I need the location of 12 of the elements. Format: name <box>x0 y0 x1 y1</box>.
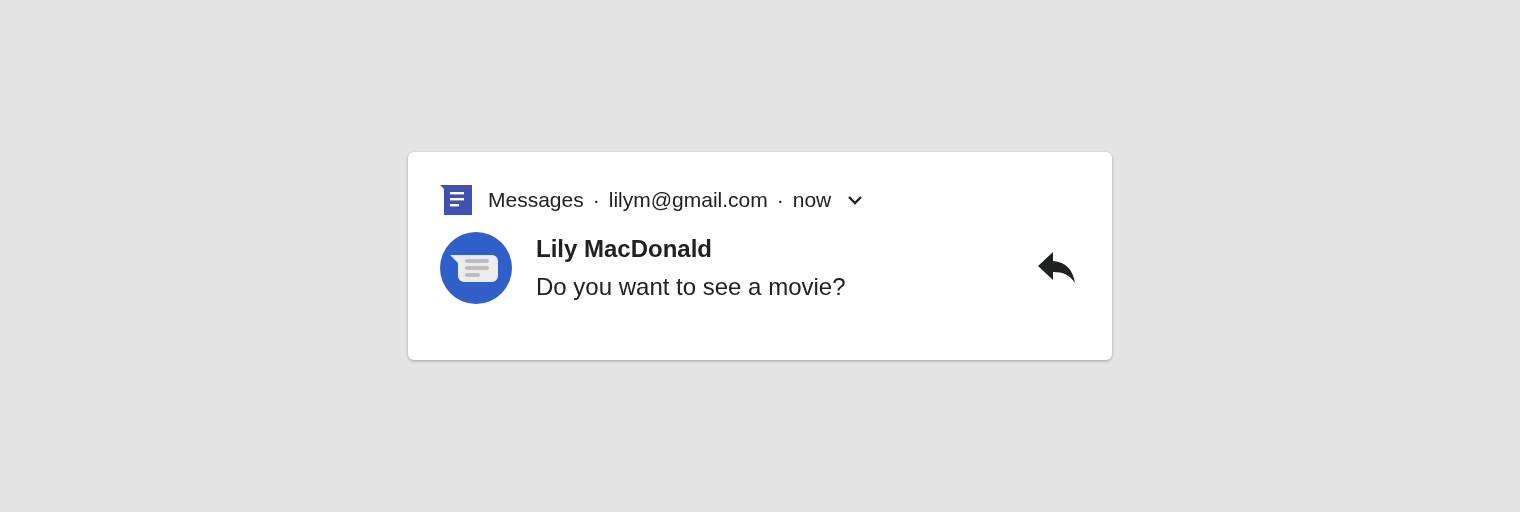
message-app-icon <box>440 185 472 215</box>
reply-icon <box>1038 252 1076 284</box>
separator-dot: · <box>776 187 784 214</box>
reply-button[interactable] <box>1038 252 1076 284</box>
app-name: Messages <box>488 187 584 214</box>
sender-name: Lily MacDonald <box>536 234 714 264</box>
message-text: Do you want to see a movie? <box>536 272 847 302</box>
timestamp: now <box>792 187 832 214</box>
separator-dot: · <box>592 187 600 214</box>
account-email: lilym@gmail.com <box>608 187 768 214</box>
avatar-icon <box>440 232 512 304</box>
expand-button[interactable] <box>847 193 864 207</box>
